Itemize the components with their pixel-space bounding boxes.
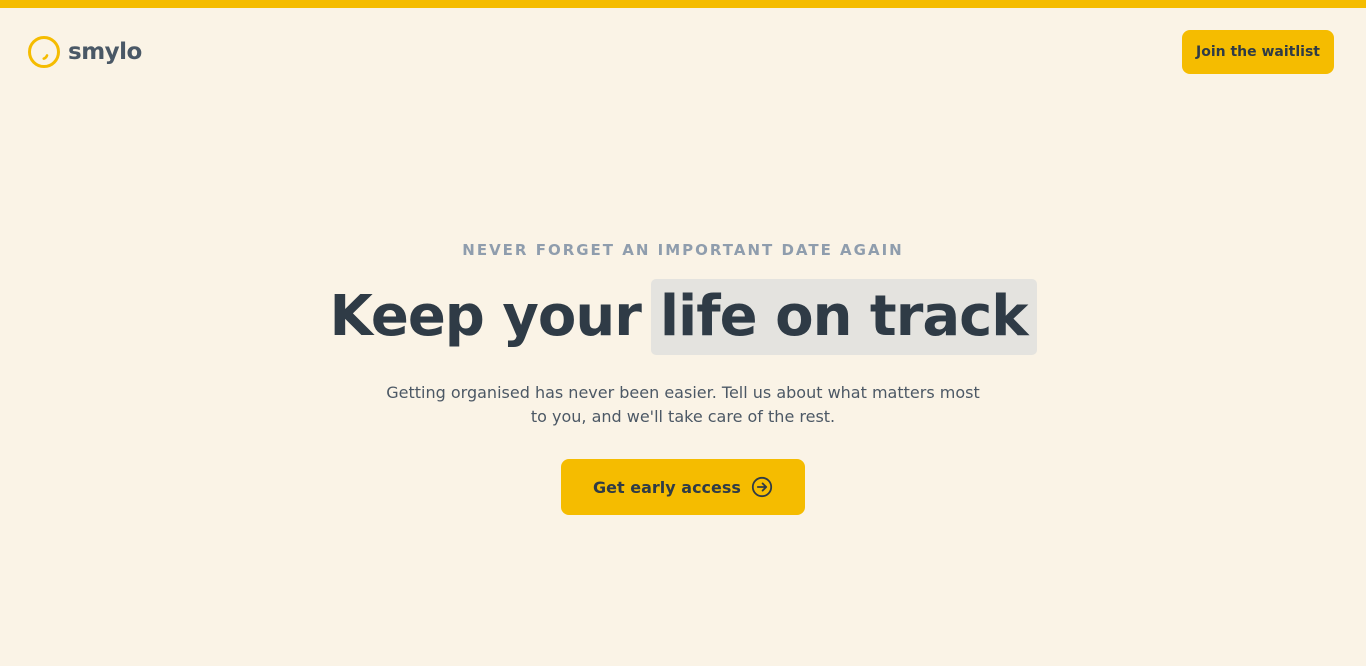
arrow-right-circle-icon xyxy=(751,476,773,498)
headline-highlight-text: life on track xyxy=(650,279,1037,355)
brand-name: smylo xyxy=(68,39,142,65)
brand-logo-link[interactable]: smylo xyxy=(28,36,142,68)
top-accent-bar xyxy=(0,0,1366,8)
headline-plain-text: Keep your xyxy=(329,284,641,349)
get-early-access-button[interactable]: Get early access xyxy=(561,459,805,515)
hero-subtitle: Getting organised has never been easier.… xyxy=(386,383,980,426)
hero-headline: Keep your life on track xyxy=(329,279,1037,355)
join-waitlist-button[interactable]: Join the waitlist xyxy=(1182,30,1334,74)
site-header: smylo Join the waitlist xyxy=(28,30,1334,74)
cta-label: Get early access xyxy=(593,477,741,497)
smile-circle-icon xyxy=(28,36,60,68)
hero-eyebrow: NEVER FORGET AN IMPORTANT DATE AGAIN xyxy=(462,241,904,259)
hero-section: NEVER FORGET AN IMPORTANT DATE AGAIN Kee… xyxy=(0,240,1366,515)
